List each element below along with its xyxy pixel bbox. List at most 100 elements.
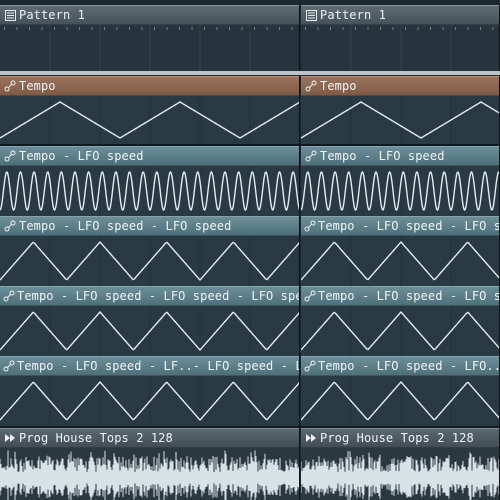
- pattern-clip[interactable]: Pattern 1: [301, 5, 500, 71]
- step-tick: [367, 27, 369, 30]
- step-tick: [241, 27, 243, 30]
- step-tick: [305, 27, 306, 30]
- lfo-automation-clip[interactable]: Tempo - LFO speed: [0, 146, 300, 216]
- step-tick: [405, 27, 406, 30]
- step-tick: [291, 27, 293, 30]
- pattern-steps: [0, 25, 299, 71]
- step-tick: [392, 27, 394, 30]
- track-separator: [0, 71, 500, 75]
- clip-label: Tempo: [320, 79, 357, 93]
- step-tick: [254, 27, 255, 30]
- step-tick: [467, 27, 469, 30]
- clip-label: Tempo: [19, 79, 56, 93]
- lfo-automation-clip[interactable]: Tempo - LFO speed - LFO speed: [0, 216, 300, 286]
- step-tick: [317, 27, 319, 30]
- automation-curve: [301, 166, 499, 216]
- automation-icon: [304, 289, 316, 303]
- automation-icon: [3, 359, 15, 373]
- audio-clip-icon: [3, 431, 17, 445]
- step-tick: [41, 27, 43, 30]
- audio-waveform: [301, 448, 499, 500]
- clip-label: Tempo - LFO speed - LFO speed: [19, 219, 232, 233]
- automation-curve: [0, 96, 299, 144]
- automation-curve: [301, 96, 499, 144]
- clip-header[interactable]: Tempo: [0, 76, 299, 96]
- automation-icon: [3, 79, 17, 93]
- step-tick: [29, 27, 30, 30]
- tempo-automation-clip[interactable]: Tempo: [301, 76, 500, 144]
- step-tick: [266, 27, 268, 30]
- clip-label: Prog House Tops 2 128: [19, 431, 173, 445]
- automation-curve: [301, 236, 499, 286]
- audio-clip[interactable]: Prog House Tops 2 128: [301, 428, 500, 500]
- step-tick: [455, 27, 456, 30]
- clip-header[interactable]: Tempo - LFO speed: [301, 146, 499, 166]
- lfo-automation-clip[interactable]: Tempo - LFO speed - LFO speed: [301, 216, 500, 286]
- step-tick: [417, 27, 419, 30]
- clip-header[interactable]: Pattern 1: [0, 5, 299, 25]
- pattern-icon: [304, 8, 318, 22]
- waveform-path: [301, 451, 499, 500]
- clip-header[interactable]: Tempo - LFO speed - LFO speed - LFO spee…: [301, 286, 499, 306]
- step-tick: [154, 27, 155, 30]
- automation-icon: [304, 79, 318, 93]
- clip-header[interactable]: Tempo - LFO speed - LFO speed: [301, 216, 499, 236]
- automation-curve: [0, 236, 299, 286]
- automation-icon: [304, 219, 316, 233]
- step-tick: [66, 27, 68, 30]
- automation-curve: [0, 166, 299, 216]
- clip-header[interactable]: Prog House Tops 2 128: [0, 428, 299, 448]
- lfo-automation-clip[interactable]: Tempo - LFO speed - LFO speed - LFO spee…: [0, 286, 300, 356]
- lfo-automation-clip[interactable]: Tempo - LFO speed - LF..- LFO speed - LF…: [0, 356, 300, 426]
- step-tick: [330, 27, 331, 30]
- step-tick: [480, 27, 481, 30]
- clip-header[interactable]: Tempo - LFO speed - LFO..- LFO speed: [301, 356, 499, 376]
- automation-icon: [3, 149, 17, 163]
- step-tick: [179, 27, 180, 30]
- pattern-steps: [301, 25, 499, 71]
- clip-label: Tempo - LFO speed - LFO speed - LFO spee…: [318, 289, 499, 303]
- step-tick: [442, 27, 444, 30]
- waveform-path: [0, 450, 299, 500]
- clip-header[interactable]: Tempo - LFO speed - LFO speed - LFO spee…: [0, 286, 299, 306]
- step-tick: [141, 27, 143, 30]
- lfo-automation-clip[interactable]: Tempo - LFO speed - LFO speed - LFO spee…: [301, 286, 500, 356]
- step-tick: [91, 27, 93, 30]
- clip-header[interactable]: Pattern 1: [301, 5, 499, 25]
- clip-header[interactable]: Tempo - LFO speed - LFO speed: [0, 216, 299, 236]
- clip-label: Pattern 1: [19, 8, 85, 22]
- step-tick: [54, 27, 55, 30]
- step-tick: [191, 27, 193, 30]
- lfo-automation-clip[interactable]: Tempo - LFO speed - LFO..- LFO speed: [301, 356, 500, 426]
- clip-header[interactable]: Tempo: [301, 76, 499, 96]
- clip-label: Tempo - LFO speed: [19, 149, 144, 163]
- clip-label: Tempo - LFO speed - LFO..- LFO speed: [318, 359, 499, 373]
- automation-curve: [0, 306, 299, 356]
- clip-header[interactable]: Tempo - LFO speed - LF..- LFO speed - LF…: [0, 356, 299, 376]
- step-tick: [129, 27, 130, 30]
- pattern-clip[interactable]: Pattern 1: [0, 5, 300, 71]
- audio-clip-icon: [304, 431, 318, 445]
- automation-icon: [304, 149, 318, 163]
- step-tick: [104, 27, 105, 30]
- audio-clip[interactable]: Prog House Tops 2 128: [0, 428, 300, 500]
- step-tick: [216, 27, 218, 30]
- clip-label: Prog House Tops 2 128: [320, 431, 474, 445]
- clip-header[interactable]: Prog House Tops 2 128: [301, 428, 499, 448]
- step-tick: [16, 27, 18, 30]
- clip-header[interactable]: Tempo - LFO speed: [0, 146, 299, 166]
- automation-icon: [3, 219, 17, 233]
- step-tick: [4, 27, 5, 30]
- step-tick: [204, 27, 205, 30]
- automation-curve: [301, 306, 499, 356]
- lfo-automation-clip[interactable]: Tempo - LFO speed: [301, 146, 500, 216]
- tempo-automation-clip[interactable]: Tempo: [0, 76, 300, 144]
- playlist-area: Pattern 1 Pattern 1 Tempo Tempo Tempo - …: [0, 0, 500, 500]
- clip-label: Tempo - LFO speed - LFO speed: [318, 219, 499, 233]
- step-tick: [279, 27, 280, 30]
- automation-curve: [0, 376, 299, 426]
- automation-curve: [301, 376, 499, 426]
- automation-icon: [304, 359, 316, 373]
- step-tick: [116, 27, 118, 30]
- clip-label: Tempo - LFO speed - LF..- LFO speed - LF…: [17, 359, 299, 373]
